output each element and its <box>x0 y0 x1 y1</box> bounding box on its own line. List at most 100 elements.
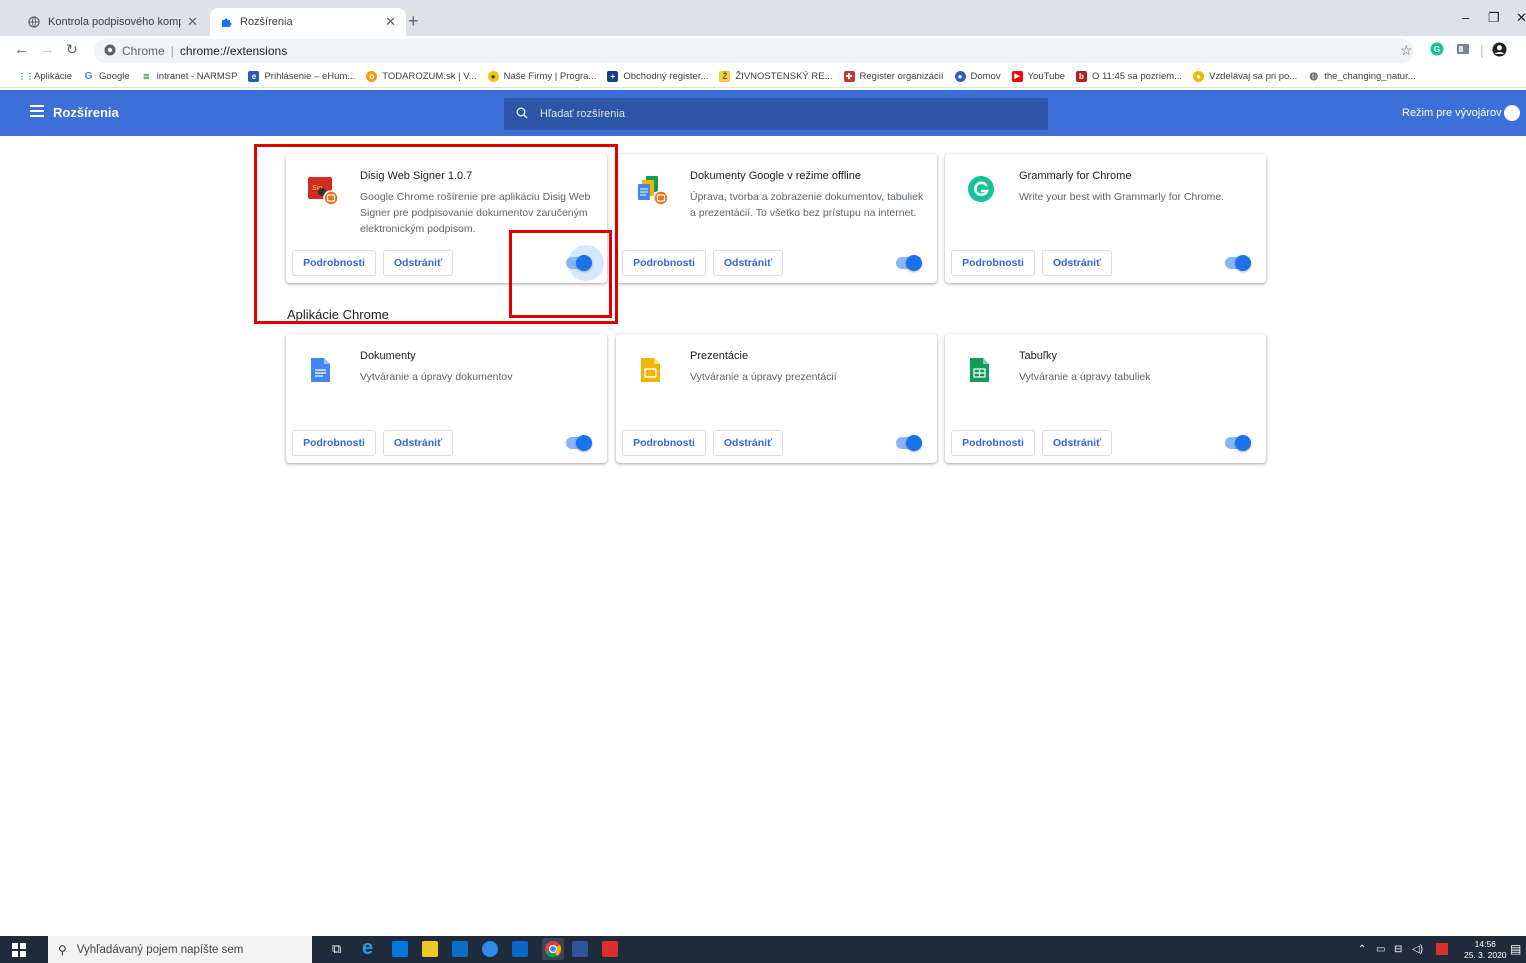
details-button[interactable]: Podrobnosti <box>622 250 706 276</box>
flashget-icon[interactable] <box>1436 943 1448 955</box>
taskbar-clock[interactable]: 14:56 25. 3. 2020 <box>1464 939 1507 961</box>
grammarly-icon <box>967 174 997 208</box>
extension-name: Dokumenty Google v režime offline <box>690 170 861 182</box>
back-icon[interactable]: ← <box>14 41 29 58</box>
close-tab-icon[interactable]: ✕ <box>187 14 198 30</box>
bookmark-youtube[interactable]: ▶ YouTube <box>1011 71 1065 82</box>
intranet-icon: ≣ <box>140 71 152 82</box>
file-explorer-icon[interactable] <box>422 941 438 957</box>
enable-toggle[interactable] <box>1225 255 1251 271</box>
bookmark-pozriem[interactable]: b O 11:45 sa pozriem... <box>1075 71 1182 82</box>
enable-toggle[interactable] <box>566 435 592 451</box>
bookmark-label: Domov <box>970 71 1001 82</box>
app-name: Dokumenty <box>360 350 416 362</box>
bookmark-intranet[interactable]: ≣ intranet - NARMSP <box>140 71 237 82</box>
enable-toggle[interactable] <box>1225 435 1251 451</box>
remove-button[interactable]: Odstrániť <box>1042 430 1112 456</box>
details-button[interactable]: Podrobnosti <box>951 250 1035 276</box>
close-window-icon[interactable]: ✕ <box>1516 10 1526 26</box>
address-bar[interactable]: Chrome | chrome://extensions <box>94 39 1414 63</box>
details-button[interactable]: Podrobnosti <box>292 430 376 456</box>
outlook-icon[interactable] <box>512 941 528 957</box>
store-icon[interactable] <box>392 941 408 957</box>
details-button[interactable]: Podrobnosti <box>951 430 1035 456</box>
mail-icon[interactable] <box>452 941 468 957</box>
extension-name: Disig Web Signer 1.0.7 <box>360 170 473 182</box>
bookmark-zivnostensky[interactable]: Ž ŽIVNOSTENSKÝ RE... <box>719 71 833 82</box>
new-tab-button[interactable]: + <box>408 12 419 30</box>
register-org-icon: ✚ <box>843 71 855 82</box>
app-name: Tabuľky <box>1019 350 1058 362</box>
bookmark-label: Vzdelávaj sa pri po... <box>1209 71 1298 82</box>
bookmark-aplikacie[interactable]: ⋮⋮ Aplikácie <box>18 71 72 82</box>
details-button[interactable]: Podrobnosti <box>292 250 376 276</box>
globe-icon <box>28 16 40 28</box>
search-box[interactable] <box>504 98 1048 130</box>
ehum-icon: e <box>248 71 260 82</box>
app-icon[interactable] <box>482 941 498 957</box>
google-slides-icon <box>638 354 668 388</box>
windows-taskbar: ⚲ Vyhľadávaný pojem napíšte sem ⧉ e ⌃ ▭ … <box>0 936 1526 963</box>
bookmark-changing-nature[interactable]: ◍ the_changing_natur... <box>1308 71 1416 82</box>
docs-offline-icon <box>638 174 669 208</box>
remove-button[interactable]: Odstrániť <box>383 250 453 276</box>
profile-icon[interactable] <box>1492 42 1507 60</box>
tab-kontrola[interactable]: Kontrola podpisového kompone ✕ <box>18 8 208 36</box>
youtube-icon: ▶ <box>1011 71 1023 82</box>
windows-start-icon[interactable] <box>12 943 26 957</box>
search-input[interactable] <box>540 108 940 120</box>
extension-icon[interactable] <box>1456 42 1470 59</box>
word-icon[interactable] <box>572 941 588 957</box>
todarozum-icon: o <box>366 71 378 82</box>
bookmark-register-org[interactable]: ✚ Register organizácií <box>843 71 944 82</box>
chrome-taskbar-icon[interactable] <box>542 938 564 960</box>
remove-button[interactable]: Odstrániť <box>713 430 783 456</box>
grammarly-extension-icon[interactable]: G <box>1430 42 1444 59</box>
site-label: Chrome <box>122 44 165 58</box>
task-view-icon[interactable]: ⧉ <box>332 941 348 957</box>
acrobat-icon[interactable] <box>602 941 618 957</box>
bookmark-ehum[interactable]: e Prihlásenie – eHum... <box>248 71 355 82</box>
bookmark-label: Naše Firmy | Progra... <box>503 71 597 82</box>
bookmarks-bar: ⋮⋮ Aplikácie G Google ≣ intranet - NARMSP e… <box>0 66 1526 88</box>
extension-card-grammarly: Grammarly for Chrome Write your best wit… <box>945 154 1266 283</box>
close-tab-icon[interactable]: ✕ <box>385 14 396 30</box>
minimize-icon[interactable]: – <box>1462 10 1469 25</box>
hamburger-menu-icon[interactable] <box>30 105 44 117</box>
page-title: Rozšírenia <box>53 105 119 120</box>
bookmark-nasefirmy[interactable]: ● Naše Firmy | Progra... <box>487 71 597 82</box>
network-icon[interactable]: ⊟ <box>1394 944 1402 955</box>
tray-chevron-icon[interactable]: ⌃ <box>1358 944 1366 955</box>
dev-mode-toggle[interactable] <box>1504 105 1526 121</box>
restore-icon[interactable]: ❐ <box>1488 10 1500 26</box>
toggle-knob <box>906 255 922 271</box>
battery-icon[interactable]: ▭ <box>1376 944 1385 955</box>
reload-icon[interactable]: ↻ <box>66 41 78 58</box>
enable-toggle[interactable] <box>896 255 922 271</box>
remove-button[interactable]: Odstrániť <box>383 430 453 456</box>
enable-toggle[interactable] <box>566 245 604 281</box>
toggle-knob <box>906 435 922 451</box>
google-sheets-icon <box>967 354 997 388</box>
bookmark-label: Aplikácie <box>34 71 73 82</box>
edge-icon[interactable]: e <box>362 937 378 959</box>
bookmark-obchodny-register[interactable]: + Obchodný register... <box>607 71 708 82</box>
forward-icon[interactable]: → <box>40 41 55 58</box>
details-button[interactable]: Podrobnosti <box>622 430 706 456</box>
bookmark-google[interactable]: G Google <box>83 71 130 82</box>
bookmark-label: Prihlásenie – eHum... <box>264 71 356 82</box>
bookmark-star-icon[interactable]: ☆ <box>1400 42 1413 59</box>
bookmark-vzdelavaj[interactable]: ● Vzdelávaj sa pri po... <box>1193 71 1297 82</box>
remove-button[interactable]: Odstrániť <box>1042 250 1112 276</box>
search-icon: ⚲ <box>58 942 67 957</box>
volume-icon[interactable]: ◁) <box>1412 944 1423 955</box>
taskbar-search[interactable]: ⚲ Vyhľadávaný pojem napíšte sem <box>48 936 312 963</box>
remove-button[interactable]: Odstrániť <box>713 250 783 276</box>
puzzle-icon <box>220 16 232 28</box>
bookmark-todarozum[interactable]: o TODAROZUM.sk | V... <box>366 71 477 82</box>
tab-rozsirenia[interactable]: Rozšírenia ✕ <box>210 8 406 36</box>
notifications-icon[interactable]: ▤ <box>1510 942 1521 956</box>
enable-toggle[interactable] <box>896 435 922 451</box>
bookmark-domov[interactable]: ● Domov <box>954 71 1001 82</box>
bookmark-b-icon: b <box>1075 71 1087 82</box>
